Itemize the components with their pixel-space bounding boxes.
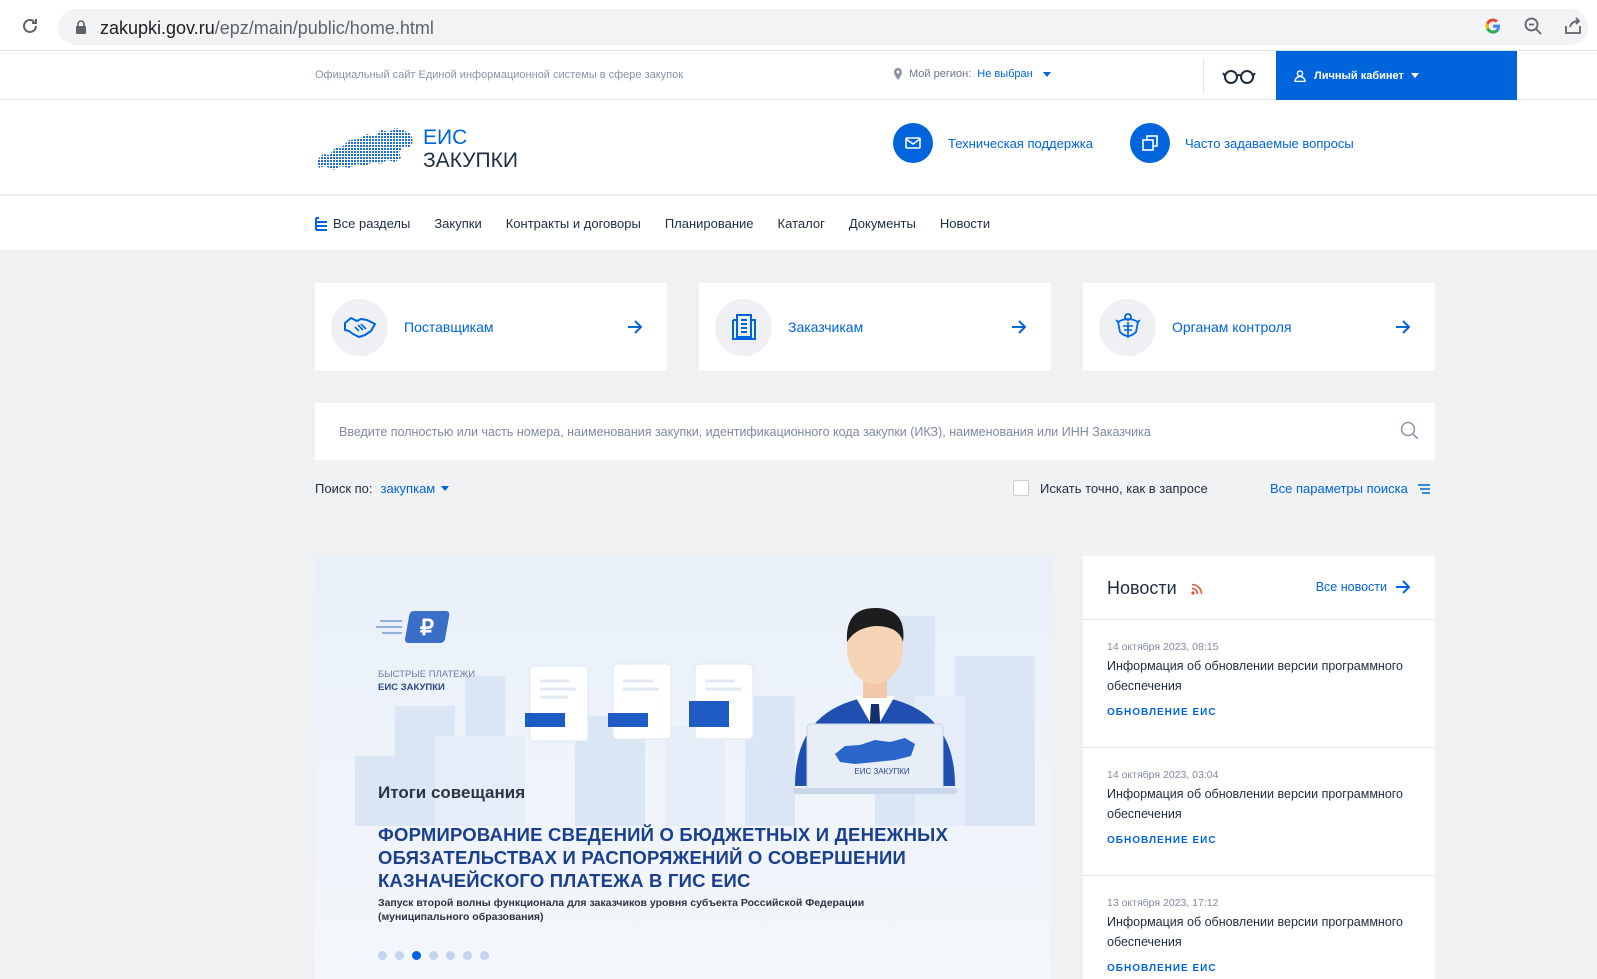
slide-dot[interactable] <box>463 951 472 960</box>
exact-match-option[interactable]: Искать точно, как в запросе <box>1013 480 1208 496</box>
news-item[interactable]: 14 октября 2023, 08:15 Информация об обн… <box>1083 620 1435 748</box>
google-icon[interactable] <box>1483 16 1503 36</box>
news-tag[interactable]: ОБНОВЛЕНИЕ ЕИС <box>1107 835 1411 846</box>
chevron-down-icon <box>1410 73 1419 78</box>
handshake-icon <box>331 298 388 356</box>
share-icon[interactable] <box>1563 16 1583 36</box>
suppliers-card[interactable]: Поставщикам <box>315 283 667 371</box>
location-pin-icon <box>894 68 902 80</box>
suppliers-label: Поставщикам <box>404 319 494 335</box>
banner-headline: Формирование сведений о бюджетных и дене… <box>378 824 948 891</box>
lock-icon <box>76 20 86 34</box>
promo-banner[interactable]: ₽ БЫСТРЫЕ ПЛАТЕЖИЕИС ЗАКУПКИ ЕИС ЗАКУПК <box>315 556 1051 979</box>
news-date: 14 октября 2023, 08:15 <box>1107 641 1219 653</box>
document-building-icon <box>715 298 772 356</box>
nav-item-catalog[interactable]: Каталог <box>778 216 825 231</box>
emblem-icon <box>1099 298 1156 356</box>
slide-dot[interactable] <box>378 951 387 960</box>
main-nav: Все разделы Закупки Контракты и договоры… <box>0 196 1597 251</box>
site-logo[interactable]: ЕИС ЗАКУПКИ <box>315 124 518 174</box>
nav-item-all-sections[interactable]: Все разделы <box>315 216 410 231</box>
search-box <box>315 403 1435 460</box>
support-link[interactable]: Техническая поддержка <box>893 123 1093 163</box>
slide-dot-active[interactable] <box>412 951 421 960</box>
mail-icon <box>893 123 933 163</box>
news-panel: Новости Все новости 14 октября 2023, 08:… <box>1083 556 1435 979</box>
search-by: Поиск по: закупкам <box>315 481 450 496</box>
search-input[interactable] <box>315 403 1375 460</box>
glasses-icon[interactable] <box>1222 68 1256 84</box>
all-news-link[interactable]: Все новости <box>1316 580 1411 594</box>
laptop-label: ЕИС ЗАКУПКИ <box>854 767 910 776</box>
news-text[interactable]: Информация об обновлении версии программ… <box>1107 656 1411 696</box>
news-date: 13 октября 2023, 17:12 <box>1107 897 1219 909</box>
zoom-out-icon[interactable] <box>1523 16 1543 36</box>
region-value[interactable]: Не выбран <box>977 68 1032 80</box>
search-by-label: Поиск по: <box>315 481 373 496</box>
news-text[interactable]: Информация об обновлении версии программ… <box>1107 784 1411 824</box>
news-text[interactable]: Информация об обновлении версии программ… <box>1107 912 1411 952</box>
address-bar[interactable]: zakupki.gov.ru/epz/main/public/home.html <box>58 9 1588 45</box>
windows-icon <box>1130 123 1170 163</box>
news-tag[interactable]: ОБНОВЛЕНИЕ ЕИС <box>1107 963 1411 974</box>
site-tagline: Официальный сайт Единой информационной с… <box>315 69 684 81</box>
news-title: Новости <box>1107 578 1203 599</box>
divider <box>1203 59 1204 93</box>
personal-cabinet-button[interactable]: Личный кабинет <box>1276 51 1517 100</box>
cabinet-label: Личный кабинет <box>1314 69 1404 82</box>
slide-dot[interactable] <box>395 951 404 960</box>
news-item[interactable]: 13 октября 2023, 17:12 Информация об обн… <box>1083 876 1435 979</box>
search-by-dropdown[interactable]: закупкам <box>381 481 450 496</box>
arrow-right-icon <box>1396 580 1411 594</box>
nav-item-news[interactable]: Новости <box>940 216 990 231</box>
control-bodies-label: Органам контроля <box>1172 319 1292 335</box>
nav-item-planning[interactable]: Планирование <box>665 216 754 231</box>
arrow-right-icon <box>1396 320 1411 334</box>
chevron-down-icon <box>1042 71 1051 77</box>
search-icon[interactable] <box>1400 421 1419 440</box>
banner-description: Запуск второй волны функционала для зака… <box>378 897 865 923</box>
logo-text: ЕИС ЗАКУПКИ <box>423 126 518 172</box>
rss-icon[interactable] <box>1191 583 1203 595</box>
arrow-right-icon <box>1012 320 1027 334</box>
exact-match-label: Искать точно, как в запросе <box>1040 480 1208 496</box>
all-search-params-link[interactable]: Все параметры поиска <box>1270 481 1430 496</box>
news-tag[interactable]: ОБНОВЛЕНИЕ ЕИС <box>1107 707 1411 718</box>
info-bar: Официальный сайт Единой информационной с… <box>0 51 1597 100</box>
faq-link[interactable]: Часто задаваемые вопросы <box>1130 123 1354 163</box>
svg-text:₽: ₽ <box>420 615 434 640</box>
arrow-right-icon <box>628 320 643 334</box>
slide-dot[interactable] <box>429 951 438 960</box>
nav-item-contracts[interactable]: Контракты и договоры <box>506 216 641 231</box>
url-text: zakupki.gov.ru/epz/main/public/home.html <box>100 18 434 38</box>
sections-icon <box>315 216 327 231</box>
browser-toolbar: zakupki.gov.ru/epz/main/public/home.html <box>0 0 1597 51</box>
fast-payments-brand: БЫСТРЫЕ ПЛАТЕЖИ ЕИС ЗАКУПКИ <box>378 669 476 693</box>
filter-lines-icon <box>1417 483 1430 494</box>
region-selector[interactable]: Мой регион: Не выбран <box>893 68 1051 80</box>
russia-map-logo-icon <box>317 128 413 170</box>
exact-match-checkbox[interactable] <box>1013 480 1029 496</box>
slider-dots <box>378 951 489 960</box>
site-header: ЕИС ЗАКУПКИ Техническая поддержка Часто … <box>0 100 1597 195</box>
news-item[interactable]: 14 октября 2023, 03:04 Информация об обн… <box>1083 748 1435 876</box>
nav-item-documents[interactable]: Документы <box>849 216 916 231</box>
region-label: Мой регион: <box>909 68 972 80</box>
customers-card[interactable]: Заказчикам <box>699 283 1051 371</box>
customers-label: Заказчикам <box>788 319 864 335</box>
chevron-down-icon <box>441 486 450 491</box>
slide-dot[interactable] <box>446 951 455 960</box>
slide-dot[interactable] <box>480 951 489 960</box>
banner-subtitle: Итоги совещания <box>378 783 526 802</box>
user-icon <box>1294 69 1306 82</box>
news-date: 14 октября 2023, 03:04 <box>1107 769 1219 781</box>
control-bodies-card[interactable]: Органам контроля <box>1083 283 1435 371</box>
news-header: Новости Все новости <box>1083 556 1435 620</box>
nav-item-purchases[interactable]: Закупки <box>434 216 481 231</box>
reload-icon[interactable] <box>20 16 40 36</box>
